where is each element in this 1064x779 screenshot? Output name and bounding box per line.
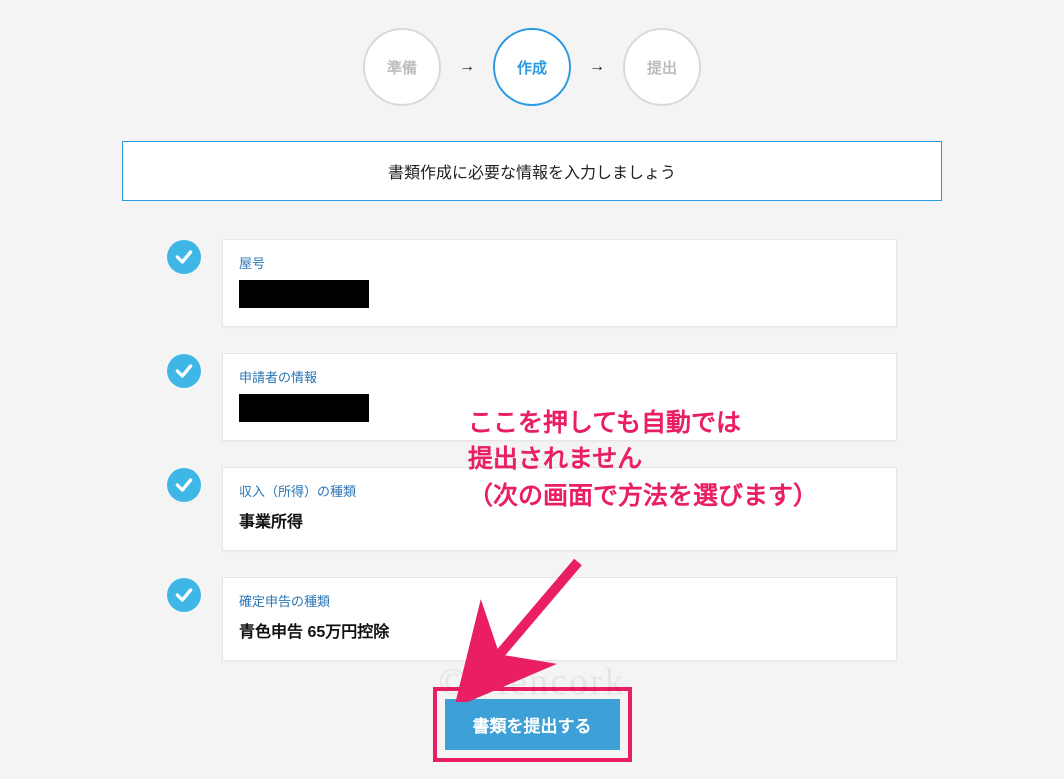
submit-area: 書類を提出する (0, 687, 1064, 762)
card-row: 屋号 (167, 239, 897, 327)
card-label: 申請者の情報 (239, 367, 880, 386)
step-label: 提出 (647, 57, 677, 78)
step-label: 作成 (517, 57, 547, 78)
check-icon (167, 578, 201, 612)
card-row: 確定申告の種類 青色申告 65万円控除 (167, 577, 897, 661)
check-icon (167, 354, 201, 388)
arrow-icon: → (589, 58, 605, 76)
submit-button[interactable]: 書類を提出する (445, 699, 620, 750)
check-icon (167, 240, 201, 274)
redacted-value (239, 394, 369, 422)
step-label: 準備 (387, 57, 417, 78)
step-submit[interactable]: 提出 (623, 28, 701, 106)
card-value: 青色申告 65万円控除 (239, 618, 880, 642)
card-filing-type[interactable]: 確定申告の種類 青色申告 65万円控除 (222, 577, 897, 661)
card-label: 屋号 (239, 253, 880, 272)
annotation-highlight-box: 書類を提出する (433, 687, 632, 762)
card-label: 確定申告の種類 (239, 591, 880, 610)
arrow-icon: → (459, 58, 475, 76)
instruction-banner: 書類作成に必要な情報を入力しましょう (122, 141, 942, 201)
step-indicator: 準備 → 作成 → 提出 (0, 0, 1064, 106)
submit-label: 書類を提出する (473, 717, 592, 736)
annotation-text: ここを押しても自動では 提出されません （次の画面で方法を選びます） (468, 405, 818, 514)
step-prepare[interactable]: 準備 (363, 28, 441, 106)
check-icon (167, 468, 201, 502)
step-create[interactable]: 作成 (493, 28, 571, 106)
card-trade-name[interactable]: 屋号 (222, 239, 897, 327)
banner-text: 書類作成に必要な情報を入力しましょう (388, 165, 676, 182)
redacted-value (239, 280, 369, 308)
